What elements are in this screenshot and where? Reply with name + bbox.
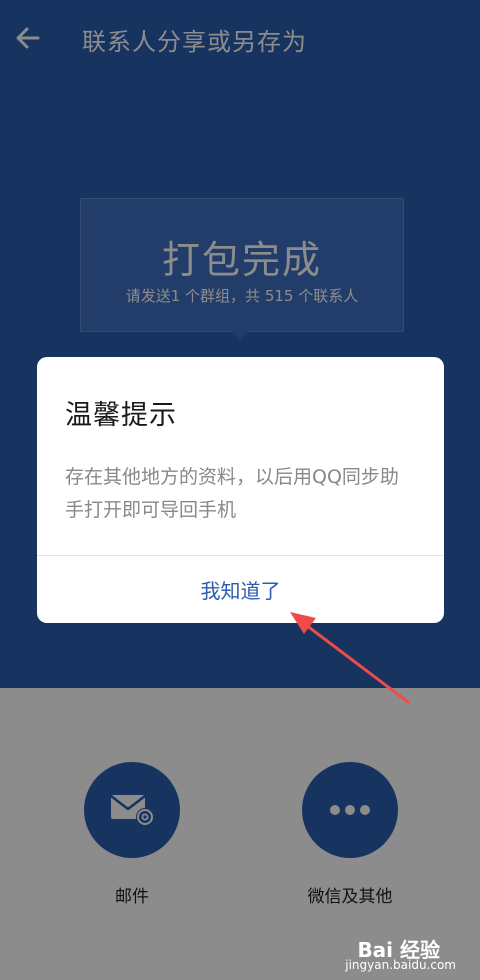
app-screen: 联系人分享或另存为 打包完成 请发送1 个群组，共 515 个联系人 邮件 微信… — [0, 0, 480, 980]
dialog-title: 温馨提示 — [65, 400, 177, 431]
watermark: Bai 经验 jingyan.baidu.com — [318, 934, 458, 974]
watermark-url: jingyan.baidu.com — [345, 958, 456, 972]
annotation-arrow-icon — [290, 612, 410, 704]
tip-dialog: 温馨提示 存在其他地方的资料，以后用QQ同步助手打开即可导回手机 我知道了 — [37, 357, 444, 623]
dialog-message: 存在其他地方的资料，以后用QQ同步助手打开即可导回手机 — [65, 466, 399, 521]
